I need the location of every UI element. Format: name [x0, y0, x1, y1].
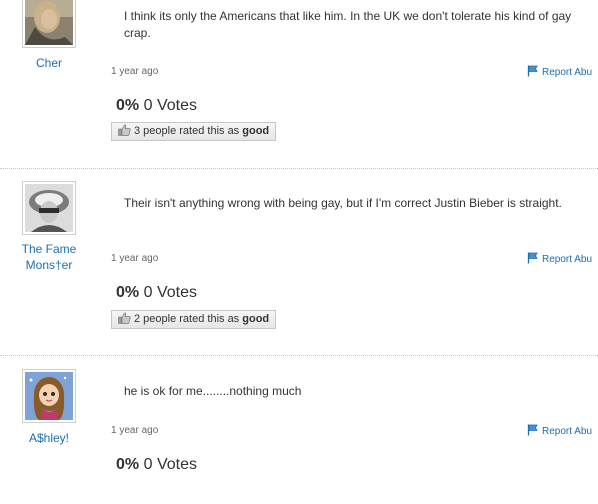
rated-text: 3 people rated this as — [134, 125, 240, 137]
timestamp: 1 year ago — [111, 253, 159, 264]
username-link[interactable]: The Fame Mons†er — [20, 241, 78, 273]
flag-icon — [527, 65, 539, 80]
comments-page: Cher I think its only the Americans that… — [0, 0, 598, 504]
report-label: Report Abu — [542, 254, 593, 265]
flag-icon — [527, 252, 539, 267]
thumbs-up-icon — [118, 124, 131, 142]
timestamp: 1 year ago — [111, 66, 159, 77]
vote-count: 0 — [143, 456, 153, 473]
lady-gaga-photo-icon — [25, 184, 73, 232]
comment-text: Their isn't anything wrong with being ga… — [124, 196, 562, 210]
report-abuse-link[interactable]: Report Abu — [527, 424, 592, 439]
vote-label: Votes — [156, 284, 197, 301]
vote-percent: 0% — [116, 284, 140, 301]
username-link[interactable]: Cher — [0, 55, 98, 71]
timestamp: 1 year ago — [111, 425, 159, 436]
report-label: Report Abu — [542, 67, 593, 78]
username-link[interactable]: A$hley! — [0, 430, 98, 446]
rated-word: good — [242, 313, 270, 325]
vote-summary: 0% 0 Votes — [116, 284, 197, 302]
avatar[interactable] — [22, 181, 76, 235]
vote-percent: 0% — [116, 97, 140, 114]
comment-text: I think its only the Americans that like… — [124, 9, 572, 40]
vote-percent: 0% — [116, 456, 140, 473]
thumbs-up-icon — [118, 312, 131, 330]
woman-photo-icon — [25, 0, 73, 45]
divider — [0, 168, 598, 169]
vote-label: Votes — [156, 456, 197, 473]
report-abuse-link[interactable]: Report Abu — [527, 252, 592, 267]
rated-good-button[interactable]: 3 people rated this as good — [111, 122, 277, 142]
cartoon-girl-avatar-icon — [25, 372, 73, 420]
report-label: Report Abu — [542, 426, 593, 437]
vote-label: Votes — [156, 97, 197, 114]
vote-summary: 0% 0 Votes — [116, 456, 197, 474]
rated-text: 2 people rated this as — [134, 313, 240, 325]
vote-summary: 0% 0 Votes — [116, 97, 197, 115]
report-abuse-link[interactable]: Report Abu — [527, 65, 592, 80]
comment-text: he is ok for me........nothing much — [124, 384, 302, 398]
rated-good-button[interactable]: 2 people rated this as good — [111, 310, 277, 330]
avatar[interactable] — [22, 0, 76, 48]
divider — [0, 355, 598, 356]
vote-count: 0 — [143, 97, 153, 114]
avatar[interactable] — [22, 369, 76, 423]
rated-word: good — [242, 125, 270, 137]
flag-icon — [527, 424, 539, 439]
vote-count: 0 — [143, 284, 153, 301]
